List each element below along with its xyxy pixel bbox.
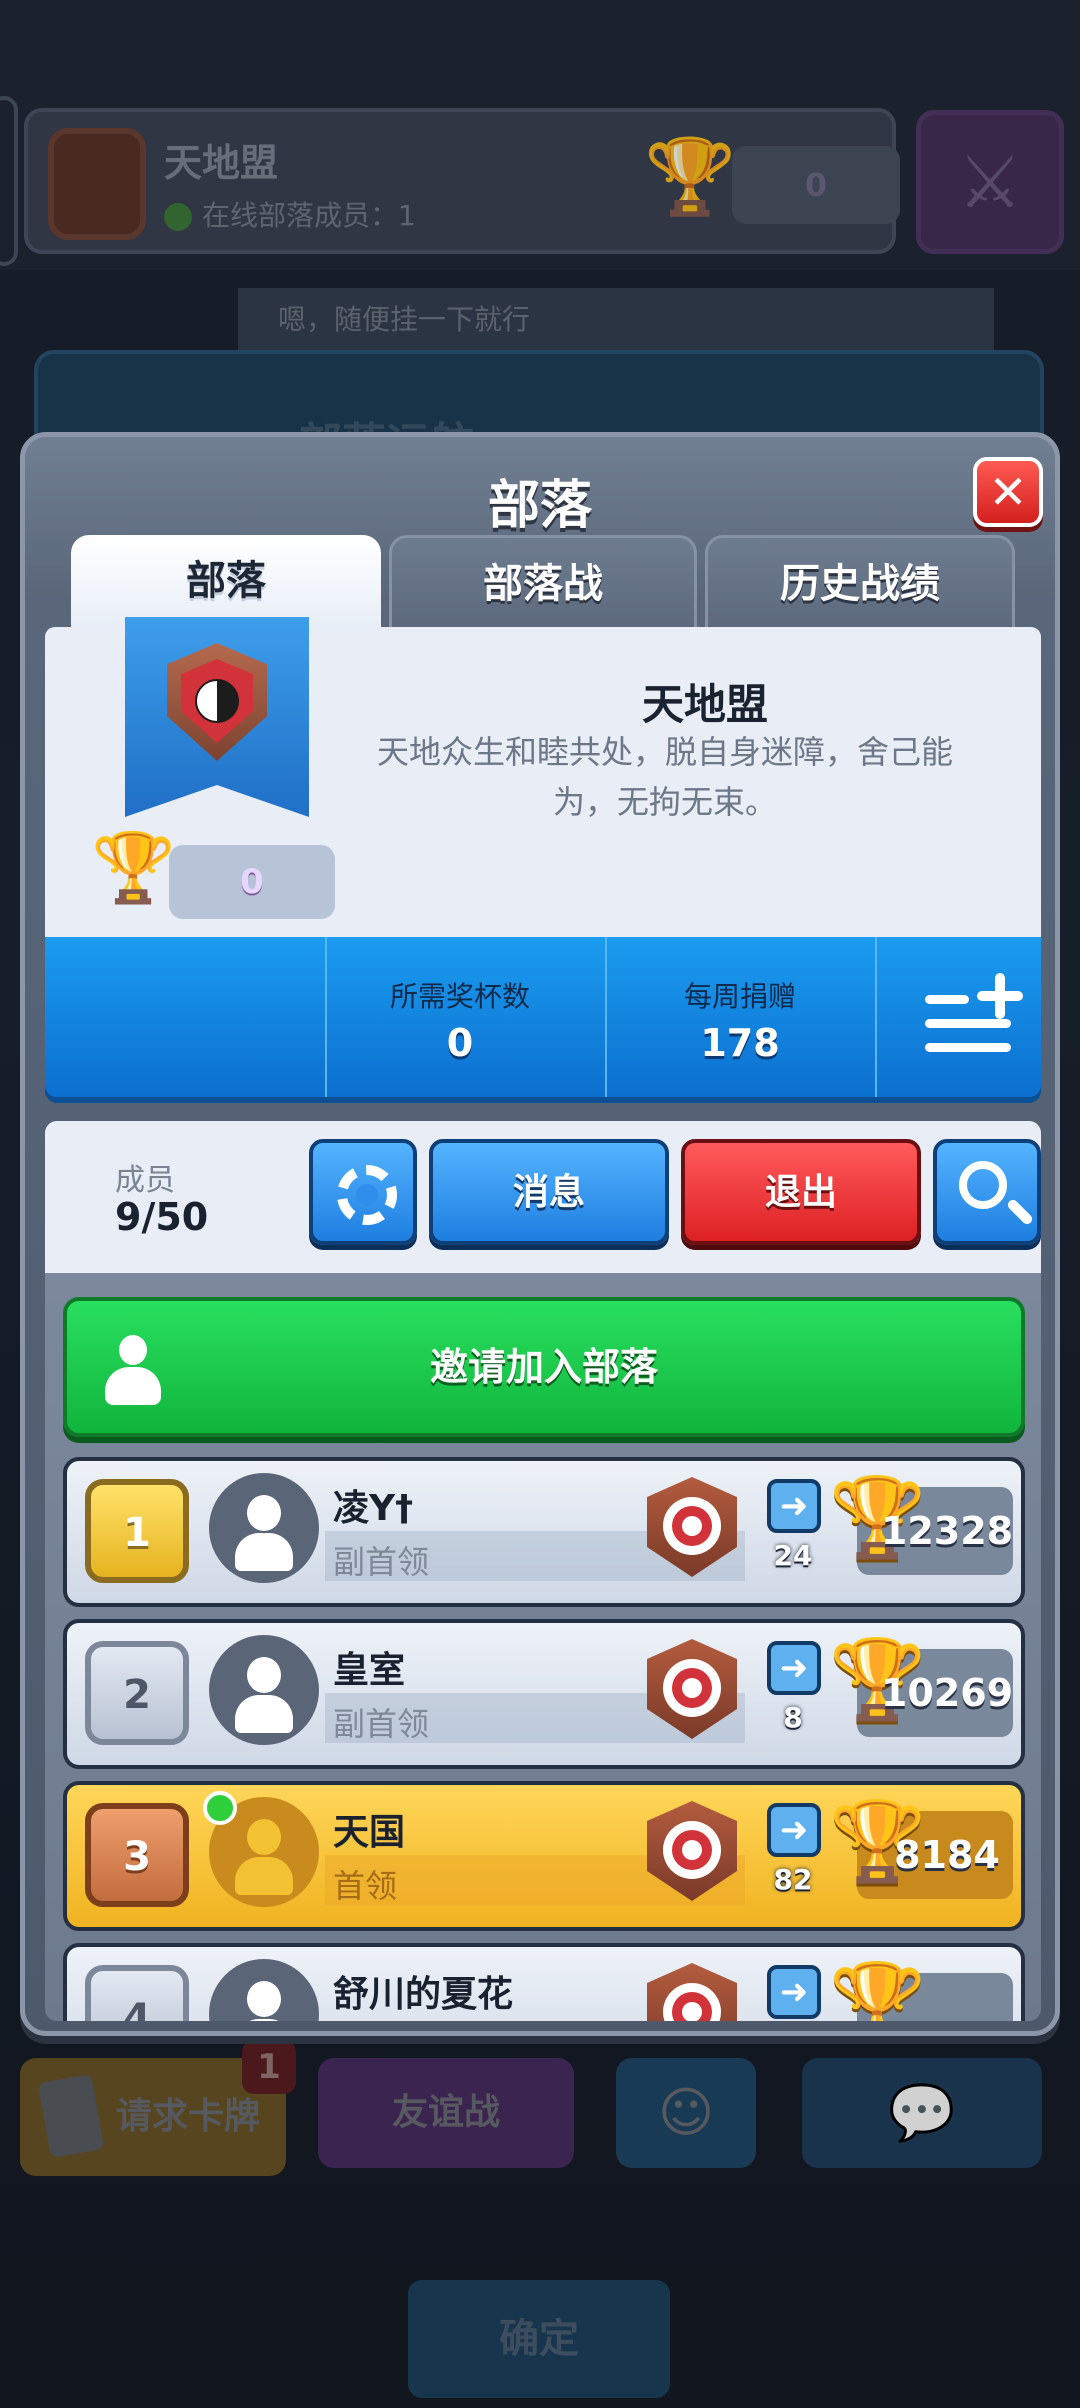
avatar-head: [247, 1981, 281, 2017]
required-trophies-label: 所需奖杯数: [389, 980, 530, 1013]
clan-info-panel: 🏆 0 天地盟 天地众生和睦共处，脱自身迷障，舍己能为，无拘无束。: [45, 617, 1041, 937]
settings-button[interactable]: [309, 1139, 417, 1245]
message-button[interactable]: 消息: [429, 1139, 669, 1245]
trophy-icon: 🏆: [829, 1959, 927, 2021]
avatar: [209, 1959, 319, 2021]
tab-clan-war[interactable]: 部落战: [389, 535, 697, 627]
donate-arrow-icon: ➜: [767, 1641, 821, 1695]
avatar-head: [247, 1495, 281, 1531]
donation-count: 8: [783, 1701, 803, 1734]
member-trophies: 8184: [894, 1833, 1000, 1877]
search-button[interactable]: [933, 1139, 1041, 1245]
clan-name: 天地盟: [641, 680, 768, 729]
member-role: 副首领: [333, 1705, 430, 1743]
members-header: 成员 9/50 消息 退出: [45, 1121, 1041, 1273]
ring: [682, 1840, 702, 1860]
clan-description: 天地众生和睦共处，脱自身迷障，舍己能为，无拘无束。: [376, 733, 953, 821]
member-name: 舒川的夏花: [333, 1974, 514, 2015]
ring: [682, 1678, 702, 1698]
ring: [682, 1516, 702, 1536]
avatar-body: [235, 1857, 293, 1895]
member-row[interactable]: 4 舒川的夏花 ➜ 🏆: [63, 1943, 1025, 2021]
member-trophies: 12328: [880, 1509, 1014, 1553]
rank-badge: 1: [85, 1479, 189, 1583]
badge-inner: [181, 659, 253, 743]
tab-clan[interactable]: 部落: [71, 535, 381, 627]
donate-arrow-icon: ➜: [767, 1479, 821, 1533]
avatar-head: [247, 1819, 281, 1855]
member-row[interactable]: 1 凌Y† 副首领 ➜ 24 🏆 12328: [63, 1457, 1025, 1607]
members-panel: 成员 9/50 消息 退出 邀请加入部落 1 凌Y† 副首领 ➜ 24 🏆 12…: [45, 1121, 1041, 2021]
avatar: [209, 1635, 319, 1745]
line: [925, 1043, 1011, 1052]
target-icon: [647, 1963, 737, 2021]
member-name: 皇室: [333, 1650, 406, 1691]
clan-stats-bar: 所需奖杯数 0 每周捐赠 178: [45, 937, 1041, 1097]
line: [925, 1019, 1011, 1028]
member-row[interactable]: 2 皇室 副首领 ➜ 8 🏆 10269: [63, 1619, 1025, 1769]
invite-label: 邀请加入部落: [429, 1345, 658, 1389]
quit-button[interactable]: 退出: [681, 1139, 921, 1245]
gear-icon: [337, 1165, 397, 1225]
avatar-body: [235, 1533, 293, 1571]
clan-modal: 部落 ✕ 部落 部落战 历史战绩 🏆 0 天地盟 天地众生和睦共处，脱自身迷障，…: [20, 432, 1060, 2036]
weekly-donations-label: 每周捐赠: [683, 980, 796, 1013]
members-count: 9/50: [115, 1195, 209, 1239]
member-row[interactable]: 3 天国 首领 ➜ 82 🏆 8184: [63, 1781, 1025, 1931]
ring: [682, 2002, 702, 2021]
donate-arrow-icon: ➜: [767, 1803, 821, 1857]
close-icon: ✕: [988, 465, 1028, 519]
invite-button[interactable]: 邀请加入部落: [63, 1297, 1025, 1437]
required-trophies-value: 0: [446, 1021, 474, 1065]
avatar-body: [235, 1695, 293, 1733]
game-screen: 天地盟 在线部落成员：1 🏆 0 ⚔ 嗯，随便挂一下就行 部落运航 请求卡牌 1…: [0, 0, 1080, 2408]
trophy-icon: 🏆: [91, 829, 176, 908]
list-add-icon[interactable]: [925, 971, 1025, 1061]
clan-banner-flag: [125, 617, 309, 817]
rank-badge: 3: [85, 1803, 189, 1907]
rank-badge: 4: [85, 1965, 189, 2021]
tab-history[interactable]: 历史战绩: [705, 535, 1015, 627]
online-status-icon: [203, 1791, 237, 1825]
clan-trophy-score: 0: [169, 845, 335, 919]
member-role: 首领: [333, 1867, 398, 1905]
members-label: 成员: [115, 1163, 175, 1198]
donate-arrow-icon: ➜: [767, 1965, 821, 2019]
avatar-body: [235, 2019, 293, 2021]
member-role: 副首领: [333, 1543, 430, 1581]
line: [925, 995, 969, 1004]
divider: [605, 937, 607, 1097]
close-button[interactable]: ✕: [973, 457, 1043, 527]
avatar-head: [247, 1657, 281, 1693]
donation-count: 82: [773, 1863, 813, 1896]
member-name: 凌Y†: [333, 1488, 414, 1529]
search-icon: [959, 1161, 1007, 1209]
member-name: 天国: [333, 1812, 406, 1853]
plus-h: [977, 991, 1023, 1001]
rank-badge: 2: [85, 1641, 189, 1745]
avatar: [209, 1473, 319, 1583]
divider: [875, 937, 877, 1097]
member-trophies: 10269: [880, 1671, 1014, 1715]
donation-count: 24: [773, 1539, 813, 1572]
clan-badge-icon: [167, 643, 267, 761]
modal-title: 部落: [487, 476, 592, 536]
yin-yang-icon: [195, 679, 239, 723]
weekly-donations-value: 178: [700, 1021, 780, 1065]
divider: [325, 937, 327, 1097]
